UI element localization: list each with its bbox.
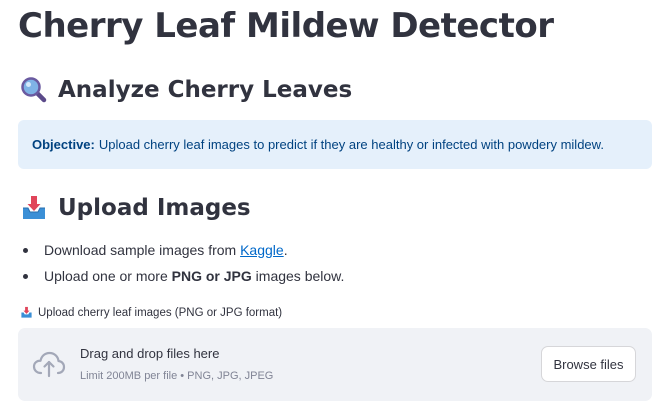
inbox-tray-icon bbox=[20, 194, 48, 222]
file-dropzone[interactable]: Drag and drop files here Limit 200MB per… bbox=[18, 328, 652, 401]
analyze-heading-text: Analyze Cherry Leaves bbox=[58, 77, 353, 103]
upload-heading-text: Upload Images bbox=[58, 195, 251, 221]
file-uploader-label: Upload cherry leaf images (PNG or JPG fo… bbox=[20, 306, 282, 319]
analyze-heading: Analyze Cherry Leaves bbox=[20, 76, 352, 104]
list-item-suffix: . bbox=[283, 242, 288, 258]
list-item-text: Upload one or more bbox=[44, 268, 172, 284]
cloud-upload-icon bbox=[32, 349, 66, 379]
magnifying-glass-icon bbox=[20, 76, 48, 104]
page-title: Cherry Leaf Mildew Detector bbox=[18, 6, 554, 46]
bullet-dot bbox=[23, 248, 28, 253]
objective-info-box: Objective: Upload cherry leaf images to … bbox=[18, 120, 652, 169]
list-item-text: Download sample images from bbox=[44, 242, 241, 258]
instructions-list: Download sample images from Kaggle. Uplo… bbox=[20, 240, 344, 292]
list-item-suffix: images below. bbox=[251, 268, 345, 284]
objective-label: Objective: bbox=[32, 137, 95, 152]
browse-files-button[interactable]: Browse files bbox=[541, 346, 636, 382]
list-item: Download sample images from Kaggle. bbox=[20, 240, 344, 266]
upload-heading: Upload Images bbox=[20, 194, 251, 222]
dropzone-title: Drag and drop files here bbox=[80, 346, 220, 361]
bullet-dot bbox=[23, 274, 28, 279]
list-item: Upload one or more PNG or JPG images bel… bbox=[20, 266, 344, 292]
dropzone-hint: Limit 200MB per file • PNG, JPG, JPEG bbox=[80, 370, 274, 382]
objective-text: Upload cherry leaf images to predict if … bbox=[98, 137, 604, 152]
file-uploader-label-text: Upload cherry leaf images (PNG or JPG fo… bbox=[38, 306, 283, 319]
app-page: Cherry Leaf Mildew Detector Analyze Cher… bbox=[0, 0, 672, 401]
list-item-bold: PNG or JPG bbox=[171, 268, 252, 284]
inbox-tray-icon bbox=[20, 306, 33, 319]
kaggle-link[interactable]: Kaggle bbox=[240, 242, 284, 258]
